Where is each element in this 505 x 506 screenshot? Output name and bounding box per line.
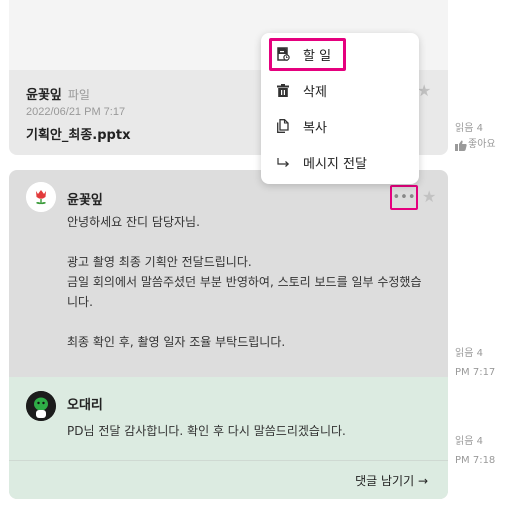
todo-icon — [276, 47, 290, 61]
like-label: 좋아요 — [468, 139, 496, 150]
reply-sender-name: 오대리 — [67, 398, 103, 413]
leave-comment-button[interactable]: 댓글 남기기 → — [355, 472, 428, 489]
avatar[interactable] — [26, 391, 56, 421]
menu-item-todo[interactable]: 할 일 — [276, 44, 331, 64]
message-sender-name: 윤꽃잎 — [67, 193, 103, 208]
file-type-label: 파일 — [67, 88, 90, 102]
reply-body: PD님 전달 감사합니다. 확인 후 다시 말씀드리겠습니다. — [67, 424, 346, 438]
message-read-status: 읽음 4 PM 7:17 — [455, 346, 495, 381]
reply-time: PM 7:18 — [455, 455, 496, 466]
message-thread-card: 윤꽃잎 안녕하세요 잔디 담당자님. 광고 촬영 최종 기획안 전달드립니다. … — [9, 170, 448, 499]
menu-item-delete[interactable]: 삭제 — [276, 80, 327, 100]
file-date: 2022/06/21 PM 7:17 — [26, 106, 126, 118]
avatar[interactable] — [26, 182, 56, 212]
file-read-status: 읽음 4 좋아요 — [455, 121, 496, 153]
character-avatar-icon — [26, 391, 56, 421]
context-menu: 할 일 삭제 복사 메시지 전달 — [261, 33, 419, 184]
trash-icon — [276, 83, 290, 97]
message-time: PM 7:17 — [455, 367, 496, 378]
thumbs-up-icon — [455, 140, 467, 151]
file-read-count: 읽음 4 — [455, 123, 483, 134]
file-sender-name: 윤꽃잎 파일 — [26, 84, 90, 103]
like-button[interactable]: 좋아요 — [455, 137, 496, 153]
tulip-icon — [26, 182, 56, 212]
star-icon[interactable]: ★ — [422, 189, 436, 205]
message-read-count: 읽음 4 — [455, 348, 483, 359]
menu-item-label: 복사 — [303, 120, 327, 136]
reply-read-status: 읽음 4 PM 7:18 — [455, 434, 495, 469]
file-name[interactable]: 기획안_최종.pptx — [26, 124, 130, 143]
more-options-button[interactable]: ••• — [390, 185, 418, 210]
forward-icon — [276, 155, 290, 169]
comment-bar: 댓글 남기기 → — [9, 460, 448, 499]
file-sender-label: 윤꽃잎 — [26, 88, 62, 103]
menu-item-label: 삭제 — [303, 84, 327, 100]
reply-read-count: 읽음 4 — [455, 436, 483, 447]
star-icon[interactable]: ★ — [417, 83, 431, 99]
reply-message: 오대리 PD님 전달 감사합니다. 확인 후 다시 말씀드리겠습니다. — [9, 377, 448, 460]
menu-item-copy[interactable]: 복사 — [276, 116, 327, 136]
copy-icon — [276, 119, 290, 133]
menu-item-label: 할 일 — [303, 48, 332, 64]
message-body: 안녕하세요 잔디 담당자님. 광고 촬영 최종 기획안 전달드립니다. 금일 회… — [67, 215, 422, 349]
menu-item-label: 메시지 전달 — [303, 156, 367, 172]
menu-item-forward[interactable]: 메시지 전달 — [276, 152, 367, 172]
